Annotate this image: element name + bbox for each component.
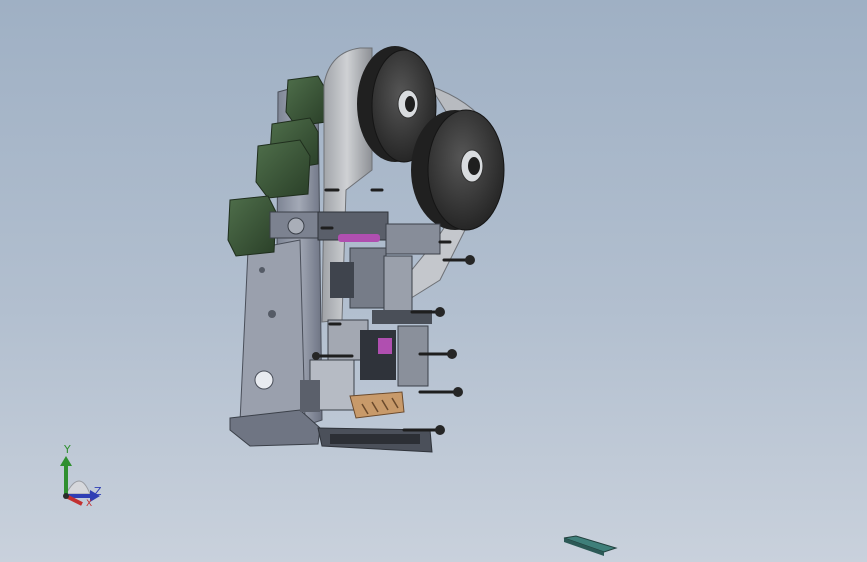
base-block <box>229 409 433 453</box>
3d-viewport[interactable]: Y Z X <box>0 0 867 562</box>
orientation-triad <box>60 456 100 506</box>
cad-assembly-model[interactable] <box>0 0 867 562</box>
applicator-comb <box>349 391 405 419</box>
y-axis-label: Y <box>64 443 71 456</box>
detached-part[interactable] <box>563 535 618 556</box>
triad-plane-icon <box>65 480 91 495</box>
x-axis-label: X <box>86 499 93 509</box>
z-axis-label: Z <box>94 485 102 498</box>
reel-lower <box>411 109 505 231</box>
